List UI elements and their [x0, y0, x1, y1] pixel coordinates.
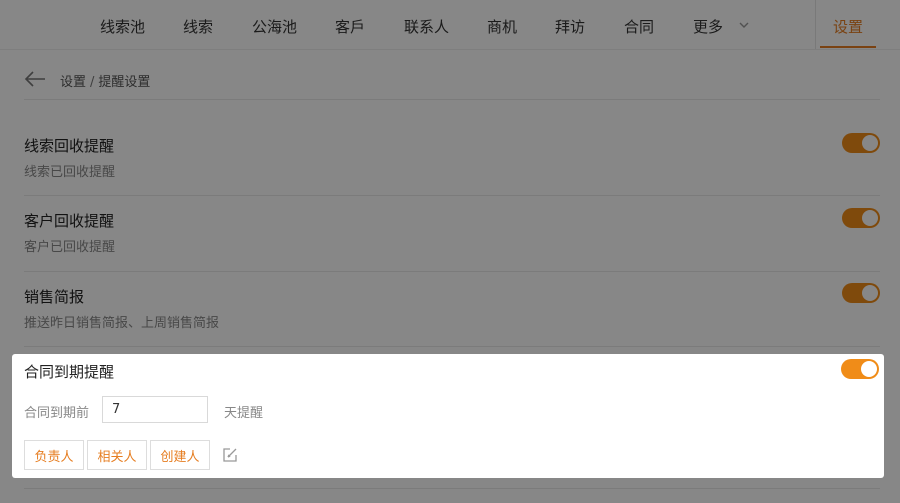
reminder-days-input[interactable] — [102, 396, 208, 423]
contract-reminder-toggle[interactable] — [841, 359, 879, 379]
edit-icon[interactable] — [222, 447, 238, 463]
toggle-knob — [861, 361, 877, 377]
contract-reminder-title: 合同到期提醒 — [24, 363, 115, 381]
reminder-prefix-label: 合同到期前 — [24, 406, 90, 421]
recipient-creator-button[interactable]: 创建人 — [150, 440, 210, 470]
recipient-owner-button[interactable]: 负责人 — [24, 440, 84, 470]
contract-reminder-card: 合同到期提醒 合同到期前 天提醒 负责人 相关人 创建人 — [12, 354, 884, 478]
reminder-suffix-label: 天提醒 — [224, 406, 264, 421]
recipient-related-button[interactable]: 相关人 — [87, 440, 147, 470]
